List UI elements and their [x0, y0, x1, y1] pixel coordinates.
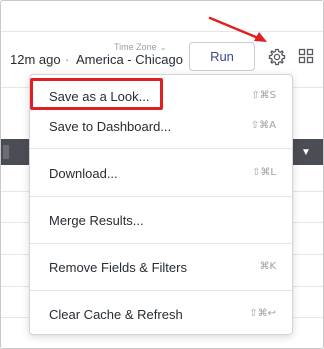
divider	[1, 31, 323, 32]
timezone-label-text: Time Zone	[114, 42, 157, 52]
separator: ·	[65, 52, 70, 67]
menu-item-label: Remove Fields & Filters	[49, 260, 187, 275]
chevron-down-icon: ⌄	[159, 43, 167, 52]
menu-item-label: Download...	[49, 166, 118, 181]
menu-item-label: Save to Dashboard...	[49, 119, 172, 134]
menu-separator	[30, 243, 292, 244]
menu-item-shortcut: ⇧⌘A	[250, 120, 276, 131]
column-marker	[3, 145, 9, 159]
caret-down-icon[interactable]: ▼	[301, 147, 311, 158]
menu-item-shortcut: ⇧⌘↩	[249, 308, 276, 319]
last-run-time: 12m ago	[10, 52, 61, 67]
menu-item-label: Clear Cache & Refresh	[49, 307, 183, 322]
menu-item-save-to-dashboard[interactable]: Save to Dashboard... ⇧⌘A	[30, 112, 292, 140]
grid-icon[interactable]	[298, 48, 314, 64]
menu-item-merge-results[interactable]: Merge Results...	[30, 206, 292, 234]
timezone-select[interactable]: America - Chicago	[76, 52, 183, 67]
app-window: ▼ 12m ago · Time Zone ⌄ America - Chicago…	[0, 0, 324, 349]
menu-item-shortcut: ⇧⌘S	[251, 90, 276, 101]
menu-item-clear-cache-refresh[interactable]: Clear Cache & Refresh ⇧⌘↩	[30, 300, 292, 328]
menu-separator	[30, 196, 292, 197]
gear-icon[interactable]	[267, 47, 287, 67]
menu-item-download[interactable]: Download... ⇧⌘L	[30, 159, 292, 187]
menu-item-label: Merge Results...	[49, 213, 144, 228]
menu-item-shortcut: ⇧⌘L	[252, 167, 276, 178]
timezone-label[interactable]: Time Zone ⌄	[114, 42, 166, 52]
menu-item-remove-fields-filters[interactable]: Remove Fields & Filters ⌘K	[30, 253, 292, 281]
menu-item-label: Save as a Look...	[49, 89, 150, 104]
menu-separator	[30, 148, 292, 149]
run-button[interactable]: Run	[189, 42, 255, 71]
menu-item-shortcut: ⌘K	[259, 261, 276, 272]
menu-separator	[30, 290, 292, 291]
menu-item-save-as-look[interactable]: Save as a Look... ⇧⌘S	[30, 82, 292, 110]
actions-menu: Save as a Look... ⇧⌘S Save to Dashboard.…	[29, 74, 293, 335]
